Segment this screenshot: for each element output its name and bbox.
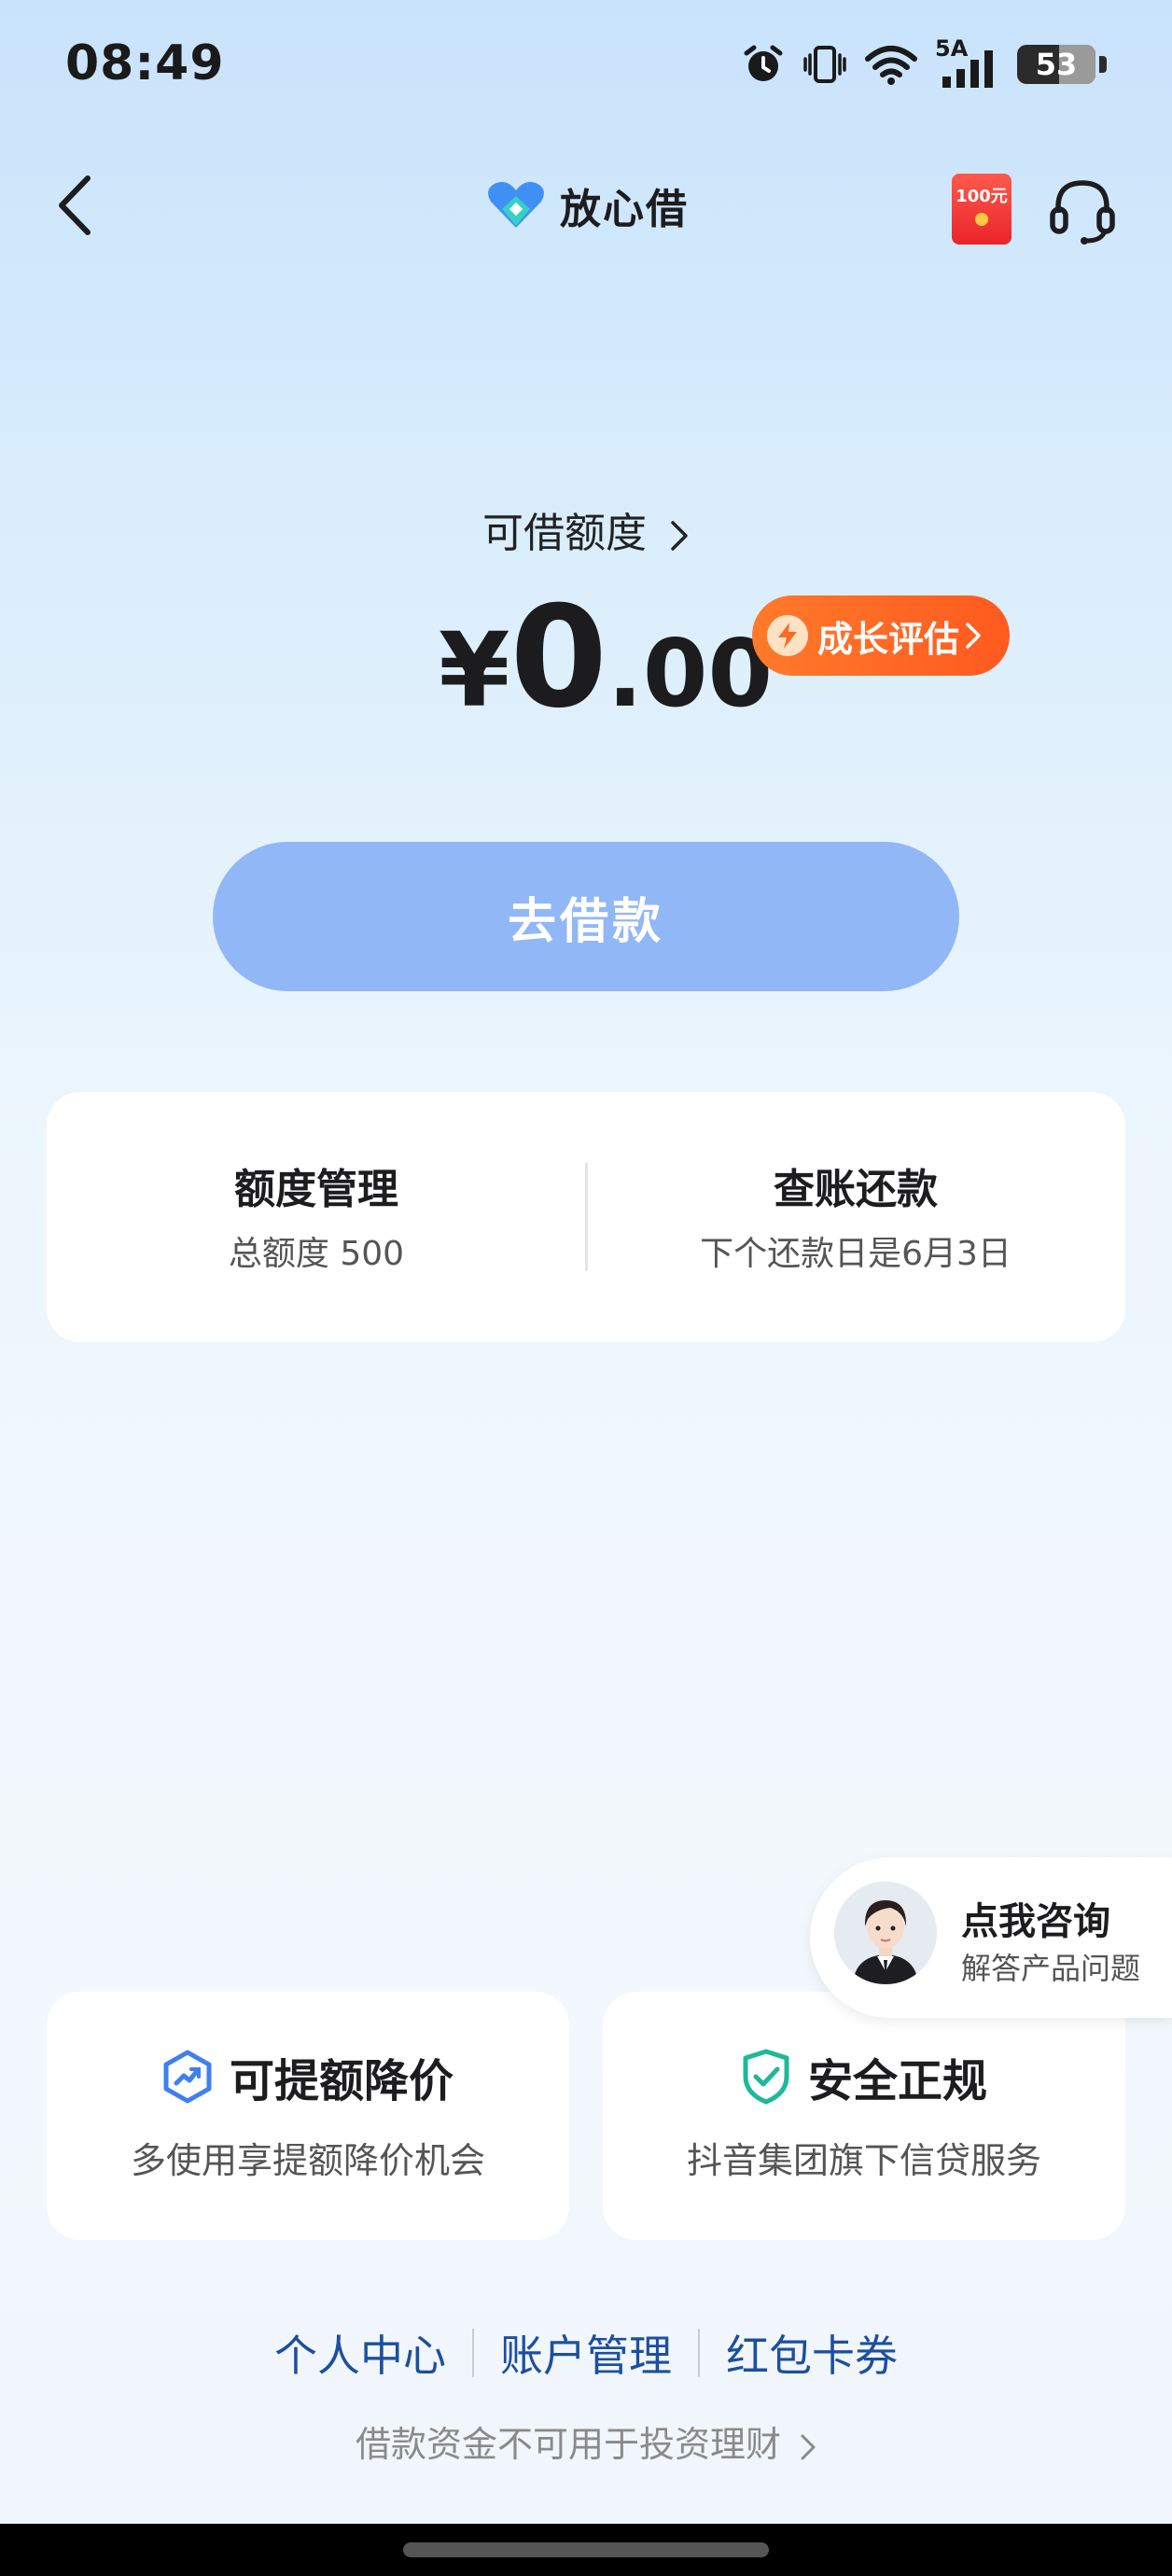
feature-card-security: 安全正规 抖音集团旗下信贷服务 <box>603 1992 1125 2240</box>
feature-title: 可提额降价 <box>229 2055 453 2107</box>
shield-check-icon <box>743 2049 789 2105</box>
redpacket-label: 100元 <box>956 187 1008 206</box>
bill-repayment-title: 查账还款 <box>774 1166 938 1213</box>
amount-decimal: .00 <box>607 619 774 728</box>
vibrate-icon <box>803 46 846 83</box>
fangxinjie-logo-icon <box>488 182 544 228</box>
footer-links: 个人中心 账户管理 红包卡券 <box>0 2322 1172 2384</box>
page-title: 放心借 <box>560 186 689 233</box>
battery-cap <box>1099 56 1107 73</box>
feature-subtitle: 抖音集团旗下信贷服务 <box>686 2140 1041 2181</box>
personal-center-link[interactable]: 个人中心 <box>248 2322 472 2384</box>
wifi-icon <box>865 46 917 85</box>
total-limit-text: 总额度 500 <box>228 1235 405 1273</box>
status-icons: 5A 53 <box>741 35 1107 90</box>
account-management-link[interactable]: 账户管理 <box>474 2322 698 2384</box>
growth-assessment-button[interactable]: 成长评估 <box>752 595 1010 676</box>
brand: 放心借 <box>485 175 689 235</box>
lightning-icon <box>767 615 808 656</box>
customer-service-button[interactable] <box>1045 174 1120 248</box>
trend-up-icon <box>163 2050 212 2104</box>
status-bar: 08:49 5A 53 <box>0 0 1172 131</box>
signal-icon: 5A <box>935 35 1000 90</box>
coupons-link[interactable]: 红包卡券 <box>700 2322 924 2384</box>
back-button[interactable] <box>37 168 112 243</box>
chevron-right-icon <box>801 2434 816 2459</box>
available-credit-label: 可借额度 <box>482 510 647 557</box>
home-indicator[interactable] <box>403 2542 769 2557</box>
app-header: 放心借 100元 <box>0 149 1172 261</box>
growth-assessment-label: 成长评估 <box>817 618 960 660</box>
consult-bubble[interactable]: 点我咨询 解答产品问题 <box>810 1857 1172 2018</box>
battery-icon: 53 <box>1017 45 1095 84</box>
amount-integer: 0 <box>509 577 607 739</box>
borrow-button[interactable]: 去借款 <box>213 842 959 991</box>
bill-repayment-entry[interactable]: 查账还款 下个还款日是6月3日 <box>586 1092 1125 1342</box>
status-time: 08:49 <box>65 35 225 91</box>
chevron-left-icon <box>59 175 91 235</box>
credit-management-card: 额度管理 总额度 500 查账还款 下个还款日是6月3日 <box>47 1092 1125 1342</box>
available-credit-link[interactable]: 可借额度 <box>0 499 1172 559</box>
consult-title: 点我咨询 <box>961 1900 1110 1943</box>
feature-title: 安全正规 <box>807 2055 987 2107</box>
available-credit-amount: ¥ 0 .00 <box>439 588 773 728</box>
alarm-icon <box>744 45 783 81</box>
system-nav-bar <box>0 2524 1172 2576</box>
feature-subtitle: 多使用享提额降价机会 <box>130 2140 485 2181</box>
avatar <box>834 1882 937 1984</box>
disclaimer-text: 借款资金不可用于投资理财 <box>355 2424 781 2465</box>
limit-management-title: 额度管理 <box>234 1166 398 1213</box>
disclaimer-link[interactable]: 借款资金不可用于投资理财 <box>0 2415 1172 2467</box>
currency-symbol: ¥ <box>439 610 510 730</box>
limit-management-entry[interactable]: 额度管理 总额度 500 <box>47 1092 586 1342</box>
next-repayment-date-text: 下个还款日是6月3日 <box>700 1235 1012 1273</box>
feature-card-limit-increase: 可提额降价 多使用享提额降价机会 <box>47 1992 569 2240</box>
redpacket-button[interactable]: 100元 <box>952 174 1012 245</box>
chevron-right-icon <box>966 623 981 649</box>
redpacket-dot <box>975 213 988 226</box>
battery-level: 53 <box>1035 47 1078 82</box>
chevron-right-icon <box>671 521 688 551</box>
headset-icon <box>1050 180 1115 245</box>
consult-subtitle: 解答产品问题 <box>961 1951 1141 1986</box>
